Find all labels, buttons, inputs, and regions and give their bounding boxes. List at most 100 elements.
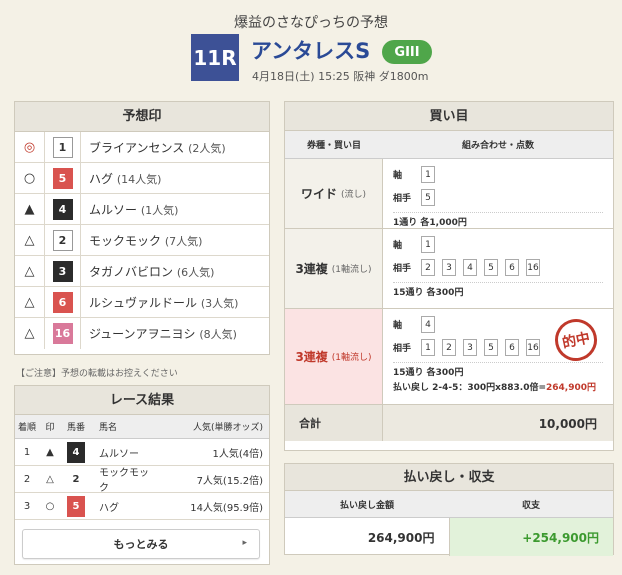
prediction-panel: 予想印 ◎ 1 ブライアンセンス (2人気) ○ 5 ハグ (14人気) ▲ 4 ムルソー (1… [14,101,270,355]
prediction-mark: ○ [15,163,45,193]
header-mark: 印 [45,423,55,433]
result-rank: 1 [23,446,31,458]
horse-popularity: (2人気) [188,141,226,155]
prediction-mark: ◎ [15,132,45,162]
bet-type: 3連複 [295,262,328,276]
horse-number: 5 [52,167,73,189]
horse-number-cell: 1 [45,132,81,162]
chevron-right-icon: ▸ [242,538,247,548]
horse-number: 3 [52,260,73,282]
header-rank: 着順 [17,423,36,433]
partner-number: 5 [421,189,435,206]
prediction-row: ▲ 4 ムルソー (1人気) [15,194,269,225]
bet-payout: 払い戻し 2-4-5：300円x883.0倍=264,900円 [393,380,603,393]
horse-name: ムルソー [89,202,138,217]
result-popularity: 7人気(15.2倍) [196,475,263,487]
prediction-row: △ 6 ルシュヴァルドール (3人気) [15,287,269,318]
result-horse-number: 4 [67,441,85,463]
horse-name: ルシュヴァルドール [89,295,198,310]
prediction-row: △ 16 ジューンアヲニヨシ (8人気) [15,318,269,349]
result-horse-number: 5 [67,495,85,517]
result-row: 1 ▲ 4 ムルソー 1人気(4倍) [15,439,269,466]
bets-col-combo: 組み合わせ・点数 [461,141,534,151]
bet-row: 3連複 (1軸流し) 軸 1 相手 2 3 4 5 6 16 15通り 各300円 [285,229,613,309]
caution-note: 【ご注意】予想の転載はお控えください [16,369,178,379]
horse-number: 16 [52,323,73,344]
bets-panel: 買い目 券種・買い目 組み合わせ・点数 ワイド (流し) 軸 1 相手 5 1通り 各1,0… [284,101,614,451]
balance-amount: +254,900円 [448,518,613,556]
result-rank: 2 [23,473,31,485]
bet-count: 1通り 各1,000円 [393,218,467,228]
results-panel-title: レース結果 [15,386,269,415]
bet-type: 3連複 [295,350,328,364]
horse-popularity: (3人気) [200,296,239,310]
header-num: 馬番 [66,423,85,433]
results-header: 着順 印 馬番 馬名 人気(単勝オッズ) [15,415,269,439]
result-horse-name: ムルソー [99,448,139,460]
prediction-mark: ▲ [15,194,45,224]
partner-number: 2 [421,259,435,276]
horse-name: タガノバビロン [89,264,174,279]
result-num-cell: 2 [61,468,91,490]
horse-name: モックモック [89,233,162,248]
horse-number-cell: 16 [45,318,81,349]
horse-popularity: (1人気) [140,203,179,217]
partner-number: 2 [442,339,456,356]
more-button-label: もっとみる [113,538,169,551]
bet-type: ワイド [300,187,337,201]
total-label: 合計 [285,405,383,441]
race-name: アンタレスS [251,39,371,63]
prediction-list: ◎ 1 ブライアンセンス (2人気) ○ 5 ハグ (14人気) ▲ 4 ムルソー (1人気) △… [15,132,269,349]
header-pop: 人気(単勝オッズ) [192,423,263,433]
result-horse-number: 2 [67,468,85,490]
bet-type-cell: 3連複 (1軸流し) [285,309,383,404]
horse-entry: タガノバビロン (6人気) [81,263,214,280]
more-button[interactable]: もっとみる ▸ [22,529,260,559]
partner-number: 6 [505,259,519,276]
horse-number-cell: 6 [45,287,81,317]
race-number-badge: 11R [191,34,239,81]
bet-row: ワイド (流し) 軸 1 相手 5 1通り 各1,000円 [285,159,613,229]
payout-col-amount: 払い戻し金額 [339,500,394,511]
axis-label: 軸 [393,171,403,181]
horse-number: 1 [52,136,73,158]
divider [393,212,603,213]
horse-number-cell: 5 [45,163,81,193]
bet-combo-cell: 軸 1 相手 2 3 4 5 6 16 15通り 各300円 [383,229,613,308]
prediction-row: △ 2 モックモック (7人気) [15,225,269,256]
bet-payout-label: 払い戻し 2-4-5：300円x883.0倍= [393,383,546,393]
axis-label: 軸 [393,321,403,331]
horse-number-cell: 2 [45,225,81,255]
axis-number: 1 [421,236,435,253]
horse-entry: ブライアンセンス (2人気) [81,139,226,156]
horse-name: ハグ [89,171,114,186]
bet-mode: (1軸流し) [331,353,372,363]
horse-entry: ムルソー (1人気) [81,201,178,218]
partner-number: 6 [505,339,519,356]
predictor-title: 爆益のさなぴっちの予想 [234,15,388,31]
horse-number: 2 [52,229,73,251]
partner-label: 相手 [393,194,412,204]
bets-panel-title: 買い目 [285,102,613,131]
partner-number: 16 [526,259,540,276]
partner-number: 3 [463,339,477,356]
payout-panel-title: 払い戻し・収支 [285,464,613,491]
payout-header: 払い戻し金額 収支 [285,491,613,518]
divider [393,282,603,283]
result-rank: 3 [23,500,31,512]
result-horse-name: モックモック [99,468,149,494]
bets-total-row: 合計 10,000円 [285,405,613,441]
partner-number: 4 [463,259,477,276]
horse-number-cell: 4 [45,194,81,224]
prediction-panel-title: 予想印 [15,102,269,132]
divider [393,362,603,363]
prediction-mark: △ [15,225,45,255]
axis-number: 1 [421,166,435,183]
result-mark: ○ [45,500,55,512]
horse-entry: ルシュヴァルドール (3人気) [81,294,238,311]
partner-line: 相手 2 3 4 5 6 16 [393,256,603,279]
bet-count: 15通り 各300円 [393,368,464,378]
race-info: 4月18日(土) 15:25 阪神 ダ1800m [252,70,429,83]
partner-number: 5 [484,259,498,276]
partner-number: 5 [484,339,498,356]
